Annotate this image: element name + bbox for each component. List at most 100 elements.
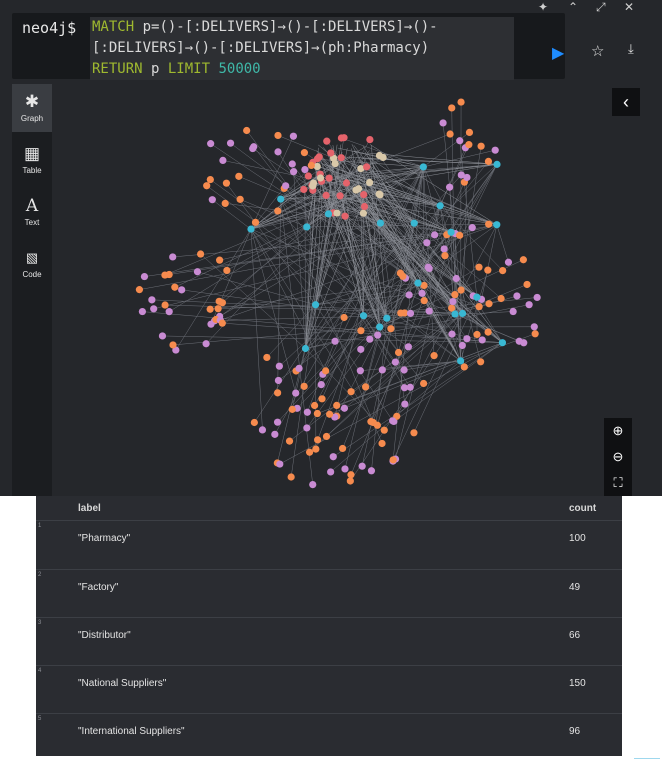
graph-node-pharmacy[interactable] [456,231,464,239]
graph-node-national[interactable] [405,291,413,299]
graph-node-national[interactable] [340,404,349,412]
graph-node-pharmacy[interactable] [214,305,222,313]
graph-node-national[interactable] [329,453,337,461]
graph-node-national[interactable] [158,332,167,340]
graph-node-national[interactable] [274,148,282,156]
graph-node-pharmacy[interactable] [396,269,404,277]
graph-node-pharmacy[interactable] [314,436,322,444]
graph-node-pharmacy[interactable] [221,199,229,207]
graph-visualization[interactable] [52,84,662,496]
graph-node-pharmacy[interactable] [484,157,493,165]
graph-node-distributor[interactable] [451,310,459,318]
graph-node-national[interactable] [391,358,399,366]
graph-node-national[interactable] [533,293,541,302]
graph-node-distributor[interactable] [458,309,467,318]
graph-node-pharmacy[interactable] [397,309,405,317]
graph-node-national[interactable] [289,132,298,140]
graph-node-national[interactable] [530,323,538,331]
graph-node-distributor[interactable] [457,357,465,365]
graph-node-pharmacy[interactable] [206,305,214,313]
graph-node-national[interactable] [431,231,439,239]
graph-node-distributor[interactable] [383,314,391,322]
graph-node-factory[interactable] [360,191,368,199]
graph-node-national[interactable] [491,146,499,154]
graph-node-factory[interactable] [315,153,323,161]
graph-node-pharmacy[interactable] [223,266,231,275]
graph-node-distributor[interactable] [376,219,385,227]
graph-node-national[interactable] [258,426,267,434]
graph-node-national[interactable] [374,331,382,339]
graph-node-pharmacy[interactable] [380,426,388,434]
graph-node-pharmacy[interactable] [307,161,315,169]
graph-node-pharmacy[interactable] [460,363,468,371]
graph-node-pharmacy[interactable] [169,341,177,349]
graph-node-pharmacy[interactable] [499,267,507,275]
graph-node-national[interactable] [317,381,325,389]
graph-node-pharmacy[interactable] [357,327,365,335]
graph-node-national[interactable] [424,263,432,271]
graph-node-national[interactable] [202,340,210,348]
graph-node-national[interactable] [525,301,533,309]
graph-node-pharmacy[interactable] [287,473,295,481]
graph-node-national[interactable] [378,366,386,374]
graph-node-pharmacy[interactable] [373,421,381,429]
graph-node-pharmacy[interactable] [222,179,231,187]
graph-node-distributor[interactable] [376,323,384,331]
graph-node-national[interactable] [400,366,408,374]
graph-node-pharmacy[interactable] [519,256,527,264]
star-icon[interactable]: ☆ [591,42,604,60]
graph-node-national[interactable] [389,417,397,425]
graph-node-national[interactable] [367,467,376,475]
graph-node-national[interactable] [446,183,454,191]
graph-node-pharmacy[interactable] [235,172,243,180]
graph-node-factory[interactable] [336,192,344,200]
graph-node-factory[interactable] [366,135,374,144]
graph-node-national[interactable] [150,305,158,313]
pin-icon[interactable]: ✦ [538,0,548,14]
graph-node-national[interactable] [289,168,298,176]
graph-node-national[interactable] [219,156,227,164]
graph-node-pharmacy[interactable] [410,429,418,437]
graph-node-national[interactable] [478,336,486,344]
cypher-query[interactable]: MATCH p=()-[:DELIVERS]→()-[:DELIVERS]→()… [90,17,514,80]
graph-node-national[interactable] [423,239,431,247]
graph-node-pharmacy[interactable] [389,456,397,464]
graph-node-national[interactable] [449,297,457,306]
graph-node-pharmacy[interactable] [484,266,492,274]
graph-node-pharmacy[interactable] [274,131,282,140]
graph-node-national[interactable] [504,258,513,266]
graph-node-pharmacy[interactable] [203,182,211,190]
graph-node-pharmacy[interactable] [477,142,485,150]
graph-node-national[interactable] [276,460,284,468]
graph-node-factory[interactable] [341,212,349,220]
graph-node-pharmacy[interactable] [484,328,492,336]
graph-node-distributor[interactable] [473,293,481,301]
graph-node-factory[interactable] [363,163,371,171]
graph-node-pharmacy[interactable] [340,313,348,322]
graph-node-pharmacy[interactable] [485,220,493,228]
fit-to-screen-icon[interactable]: ⛶ [604,470,632,496]
graph-node-pharmacy[interactable] [312,445,320,453]
graph-node-national[interactable] [303,424,311,432]
download-icon[interactable]: ⤓ [628,41,634,57]
graph-node-pharmacy[interactable] [465,141,473,149]
graph-node-pharmacy[interactable] [251,218,260,226]
graph-node-pharmacy[interactable] [236,195,244,203]
graph-node-pharmacy[interactable] [523,280,531,289]
graph-node-national[interactable] [208,196,216,204]
graph-node-pharmacy[interactable] [161,301,169,309]
graph-node-factory[interactable] [337,154,345,162]
graph-node-factory[interactable] [304,172,312,180]
graph-node-national[interactable] [509,307,517,316]
graph-node-national[interactable] [292,389,300,397]
graph-node-factory[interactable] [342,179,351,187]
graph-node-national[interactable] [406,383,414,391]
graph-node-pharmacy[interactable] [318,395,326,403]
graph-node-international[interactable] [316,174,325,182]
graph-node-national[interactable] [458,341,466,350]
tab-graph[interactable]: ✱ Graph [12,84,52,132]
graph-node-pharmacy[interactable] [161,271,169,279]
graph-node-national[interactable] [165,308,173,316]
graph-node-national[interactable] [301,165,309,174]
graph-node-national[interactable] [401,400,409,408]
